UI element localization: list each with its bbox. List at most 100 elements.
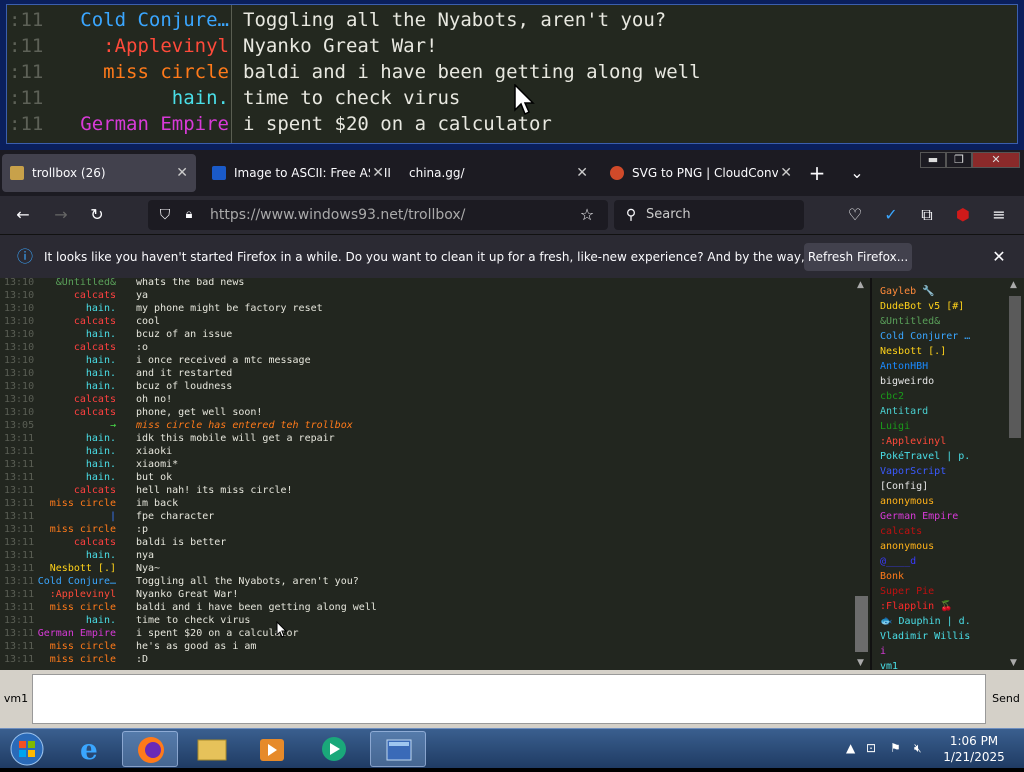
scroll-down-icon[interactable]: ▼: [857, 658, 864, 668]
lock-icon[interactable]: 🔒︎: [178, 204, 200, 226]
message-username[interactable]: hain.: [86, 380, 116, 393]
tab-trollbox[interactable]: trollbox (26) ✕: [2, 154, 196, 192]
message-username[interactable]: Cold Conjure…: [80, 7, 229, 33]
user-list-item[interactable]: &Untitled&: [880, 314, 940, 329]
user-list-scrollbar[interactable]: ▲ ▼: [1006, 278, 1024, 670]
media-player-icon[interactable]: [244, 731, 300, 767]
maximize-button[interactable]: ❐: [946, 152, 972, 168]
user-list-item[interactable]: Bonk: [880, 569, 904, 584]
message-username[interactable]: hain.: [86, 354, 116, 367]
new-tab-button[interactable]: +: [806, 162, 828, 184]
tab-close-icon[interactable]: ✕: [576, 154, 588, 192]
list-tabs-button[interactable]: ⌄: [846, 162, 868, 184]
network-icon[interactable]: ⊡: [866, 741, 876, 755]
message-username[interactable]: hain.: [86, 328, 116, 341]
message-username[interactable]: miss circle: [50, 523, 116, 536]
user-list-item[interactable]: AntonHBH: [880, 359, 928, 374]
message-input[interactable]: [32, 674, 986, 724]
user-list-item[interactable]: bigweirdo: [880, 374, 934, 389]
message-username[interactable]: hain.: [86, 458, 116, 471]
user-list-item[interactable]: :Applevinyl: [880, 434, 946, 449]
user-list-item[interactable]: i: [880, 644, 886, 659]
user-list-item[interactable]: Gayleb 🔧: [880, 284, 935, 299]
user-list-item[interactable]: 🐟 Dauphin | d.: [880, 614, 971, 629]
internet-explorer-icon[interactable]: e: [62, 731, 118, 767]
message-username[interactable]: miss circle: [50, 640, 116, 653]
message-username[interactable]: hain.: [172, 85, 229, 111]
extensions-icon[interactable]: ⧉: [916, 204, 938, 226]
user-list-item[interactable]: VaporScript: [880, 464, 946, 479]
close-notification-icon[interactable]: ✕: [988, 246, 1010, 268]
message-username[interactable]: :Applevinyl: [50, 588, 116, 601]
reload-icon[interactable]: ↻: [86, 204, 108, 226]
user-list-item[interactable]: vm1: [880, 659, 898, 670]
user-scroll-thumb[interactable]: [1009, 296, 1021, 438]
tab-close-icon[interactable]: ✕: [370, 154, 384, 192]
menu-icon[interactable]: ≡: [988, 204, 1010, 226]
scroll-up-icon[interactable]: ▲: [857, 280, 864, 290]
message-username[interactable]: hain.: [86, 614, 116, 627]
message-username[interactable]: →: [110, 419, 116, 432]
user-list-item[interactable]: Nesbott [.]: [880, 344, 946, 359]
message-username[interactable]: calcats: [74, 484, 116, 497]
message-username[interactable]: hain.: [86, 471, 116, 484]
firefox-taskbar-icon[interactable]: [122, 731, 178, 767]
message-username[interactable]: calcats: [74, 406, 116, 419]
url-bar[interactable]: ⛉ 🔒︎ https://www.windows93.net/trollbox/…: [148, 200, 608, 230]
message-username[interactable]: &Untitled&: [56, 278, 116, 289]
system-clock[interactable]: 1:06 PM 1/21/2025: [936, 733, 1012, 765]
tab-china-gg[interactable]: china.gg/ ✕: [400, 154, 596, 192]
message-username[interactable]: calcats: [74, 289, 116, 302]
windows-media-icon[interactable]: [306, 731, 362, 767]
user-list-item[interactable]: Cold Conjurer …: [880, 329, 970, 344]
message-username[interactable]: miss circle: [50, 497, 116, 510]
user-list-item[interactable]: Super Pie: [880, 584, 934, 599]
message-username[interactable]: miss circle: [50, 653, 116, 666]
message-username[interactable]: German Empire: [80, 111, 229, 137]
scroll-up-icon[interactable]: ▲: [1010, 280, 1017, 290]
message-username[interactable]: calcats: [74, 393, 116, 406]
user-list-item[interactable]: calcats: [880, 524, 922, 539]
user-list-item[interactable]: anonymous: [880, 494, 934, 509]
file-explorer-icon[interactable]: [184, 731, 240, 767]
bookmark-star-icon[interactable]: ☆: [576, 204, 598, 226]
message-username[interactable]: Cold Conjure…: [38, 575, 116, 588]
message-username[interactable]: |: [110, 510, 116, 523]
close-window-button[interactable]: ✕: [972, 152, 1020, 168]
message-username[interactable]: hain.: [86, 445, 116, 458]
show-hidden-icons-icon[interactable]: ▲: [846, 741, 855, 755]
message-username[interactable]: German Empire: [38, 627, 116, 640]
message-username[interactable]: hain.: [86, 302, 116, 315]
refresh-firefox-button[interactable]: Refresh Firefox...: [804, 243, 912, 271]
scroll-down-icon[interactable]: ▼: [1010, 658, 1017, 668]
message-username[interactable]: hain.: [86, 367, 116, 380]
user-list-item[interactable]: Antitard: [880, 404, 928, 419]
user-list-item[interactable]: Luigi: [880, 419, 910, 434]
user-list-item[interactable]: PokéTravel | p.: [880, 449, 970, 464]
pocket-icon[interactable]: ♡: [844, 204, 866, 226]
user-list-item[interactable]: cbc2: [880, 389, 904, 404]
nickname-button[interactable]: vm1: [2, 674, 30, 724]
user-list-item[interactable]: @____d: [880, 554, 916, 569]
user-list-item[interactable]: anonymous: [880, 539, 934, 554]
chat-scroll-thumb[interactable]: [855, 596, 868, 652]
chat-scrollbar[interactable]: ▲ ▼: [853, 278, 870, 670]
message-username[interactable]: calcats: [74, 315, 116, 328]
volume-muted-icon[interactable]: 🔇︎: [914, 741, 922, 756]
back-arrow-icon[interactable]: ←: [12, 204, 34, 226]
ublock-icon[interactable]: ⬢: [952, 204, 974, 226]
minimize-button[interactable]: ▬: [920, 152, 946, 168]
user-list-item[interactable]: DudeBot v5 [#]: [880, 299, 964, 314]
sync-check-icon[interactable]: ✓: [880, 204, 902, 226]
message-username[interactable]: Nesbott [.]: [50, 562, 116, 575]
message-username[interactable]: miss circle: [50, 601, 116, 614]
action-center-flag-icon[interactable]: ⚑: [890, 741, 901, 755]
user-list-item[interactable]: German Empire: [880, 509, 958, 524]
app-window-icon[interactable]: [370, 731, 426, 767]
tab-image-to-ascii[interactable]: Image to ASCII: Free ASCII ✕: [204, 154, 392, 192]
tab-close-icon[interactable]: ✕: [176, 154, 188, 192]
user-list-item[interactable]: Vladimir Willis: [880, 629, 970, 644]
send-button[interactable]: Send: [988, 674, 1024, 724]
shield-icon[interactable]: ⛉: [154, 204, 176, 226]
user-list-item[interactable]: :Flapplin 🍒: [880, 599, 953, 614]
